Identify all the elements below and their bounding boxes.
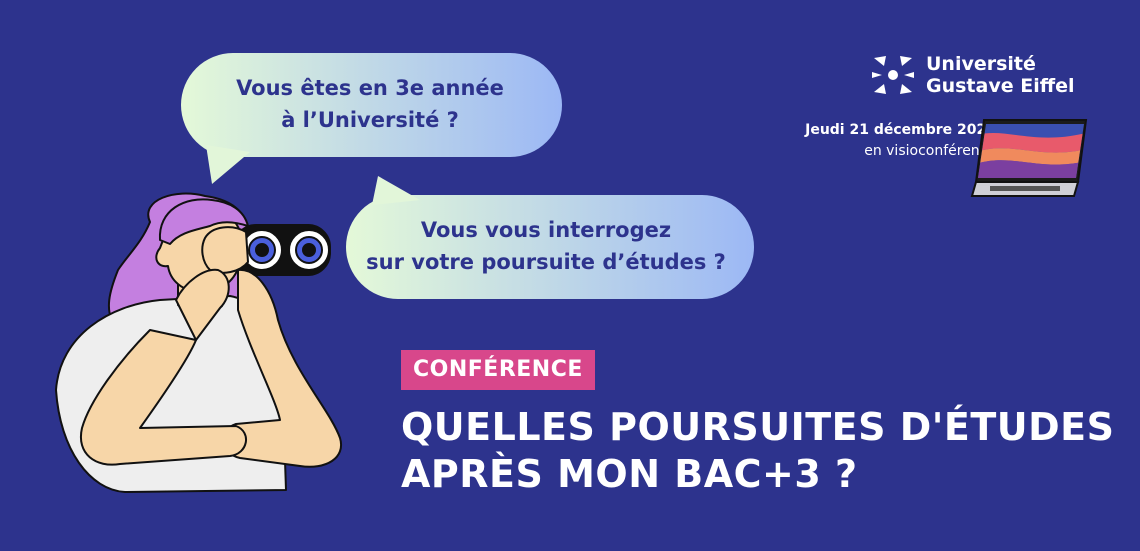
university-logo-icon — [872, 56, 914, 94]
event-info: Jeudi 21 décembre 2023 en visioconférenc… — [805, 120, 996, 162]
bubble-2-line-1: Vous vous interrogez — [420, 218, 672, 242]
university-name: Université Gustave Eiffel — [926, 53, 1075, 97]
event-mode: en visioconférence — [864, 143, 996, 159]
event-date: Jeudi 21 décembre 2023 — [805, 122, 996, 138]
title-line-1: QUELLES POURSUITES D'ÉTUDES — [401, 405, 1115, 449]
laptop-icon — [970, 119, 1088, 197]
person-with-binoculars — [55, 192, 343, 493]
conference-tag: CONFÉRENCE — [401, 350, 595, 390]
university-name-line-1: Université — [926, 53, 1036, 75]
bubble-1-line-1: Vous êtes en 3e année — [236, 76, 504, 100]
title-line-2: APRÈS MON BAC+3 ? — [401, 452, 858, 496]
speech-bubble-2-text: Vous vous interrogez sur votre poursuite… — [356, 214, 736, 278]
university-name-line-2: Gustave Eiffel — [926, 75, 1075, 97]
bubble-1-line-2: à l’Université ? — [281, 108, 459, 132]
page-title: QUELLES POURSUITES D'ÉTUDES APRÈS MON BA… — [401, 404, 1115, 498]
university-logo: Université Gustave Eiffel — [870, 52, 1075, 98]
banner: Vous êtes en 3e année à l’Université ? V… — [0, 0, 1140, 551]
bubble-2-line-2: sur votre poursuite d’études ? — [366, 250, 726, 274]
speech-bubble-1-text: Vous êtes en 3e année à l’Université ? — [196, 72, 544, 136]
